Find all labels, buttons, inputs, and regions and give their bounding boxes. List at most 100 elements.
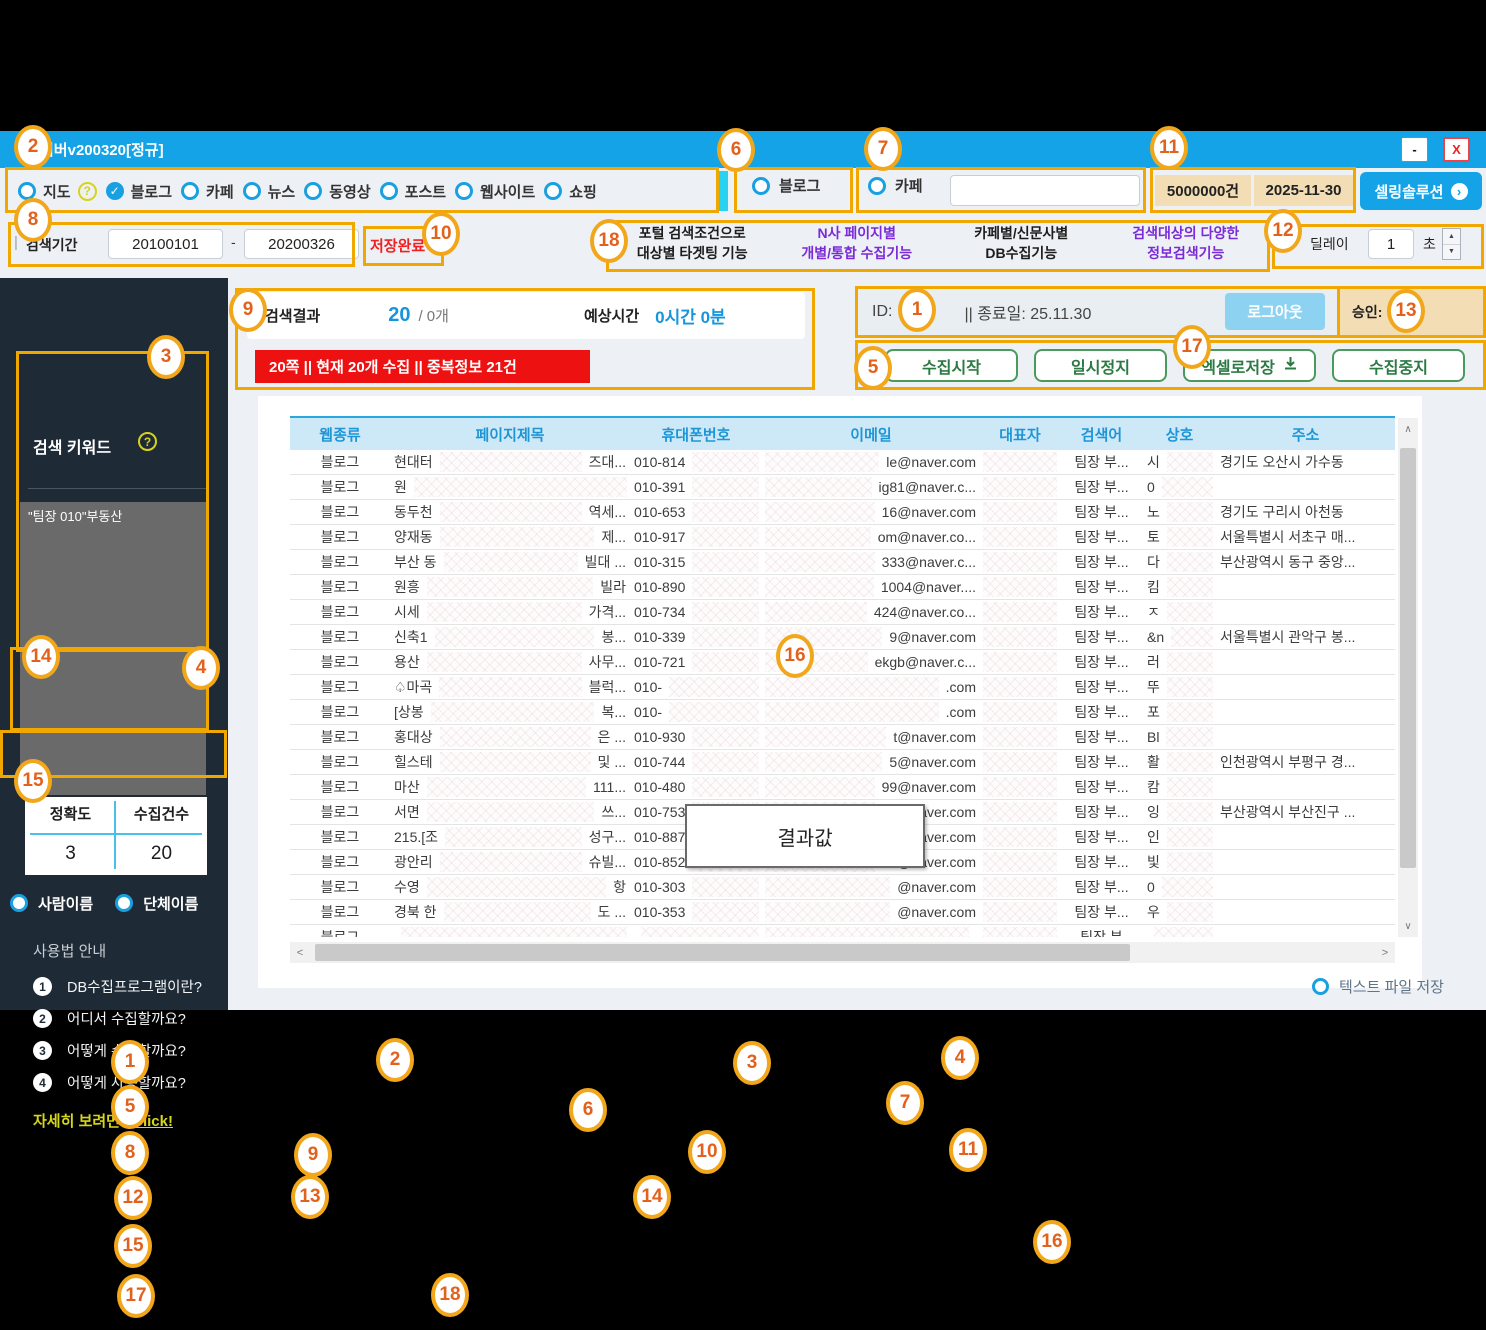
table-row[interactable]: 블로그마산111...010-48099@naver.com팀장 부...캄	[290, 775, 1395, 800]
table-row[interactable]: 블로그[상봉복...010-.com팀장 부...포	[290, 700, 1395, 725]
guide-item-2[interactable]: 2어디서 수집할까요?	[33, 1008, 202, 1029]
scroll-right-icon[interactable]: >	[1375, 947, 1395, 959]
redacted-area	[692, 477, 759, 497]
cell-shop: 시	[1143, 450, 1216, 474]
radio-icon[interactable]	[181, 182, 199, 200]
start-collect-button[interactable]: 수집시작	[885, 349, 1018, 382]
table-row[interactable]: 블로그양재동제...010-917om@naver.co...팀장 부...토서…	[290, 525, 1395, 550]
column-header-5[interactable]: 대표자	[980, 424, 1060, 445]
radio-icon[interactable]	[455, 182, 473, 200]
radio-icon[interactable]	[304, 182, 322, 200]
redacted-area	[401, 927, 627, 937]
vertical-scrollbar[interactable]: ∧ ∨	[1398, 418, 1418, 937]
radio-selected-icon[interactable]: ✓	[106, 182, 124, 200]
scroll-left-icon[interactable]: <	[290, 947, 310, 959]
horizontal-scroll-thumb[interactable]	[315, 944, 1130, 961]
nav-tab-5[interactable]: 동영상	[304, 181, 370, 202]
keyword-text: 팀장 부...	[1070, 802, 1132, 822]
cafe-radio[interactable]	[868, 177, 886, 195]
keyword-help-icon[interactable]: ?	[138, 432, 157, 451]
redacted-area	[431, 702, 595, 722]
screenshot-canvas: 디버v200320[정규] - X 지도?✓블로그카페뉴스동영상포스트웹사이트쇼…	[0, 0, 1486, 1330]
redacted-area	[692, 902, 759, 922]
minimize-button[interactable]: -	[1401, 137, 1428, 162]
period-to-input[interactable]	[244, 229, 359, 259]
cell-address	[1216, 650, 1395, 674]
column-header-8[interactable]: 주소	[1216, 424, 1395, 445]
scroll-down-icon[interactable]: ∨	[1398, 915, 1418, 937]
radio-icon[interactable]	[115, 894, 133, 912]
selling-solution-button[interactable]: 셀링솔루션 ›	[1360, 172, 1482, 210]
table-row[interactable]: 블로그동두천역세...010-65316@naver.com팀장 부...노경기…	[290, 500, 1395, 525]
save-text-option[interactable]: 텍스트 파일 저장	[1312, 976, 1444, 997]
cell-ceo	[980, 600, 1060, 624]
scroll-up-icon[interactable]: ∧	[1398, 418, 1418, 440]
cell-web-type: 블로그	[290, 550, 390, 574]
stop-collect-button[interactable]: 수집중지	[1332, 349, 1465, 382]
period-from-input[interactable]	[108, 229, 223, 259]
redacted-area	[765, 452, 879, 472]
stepper-down-icon[interactable]: ▼	[1443, 245, 1460, 260]
person-name-radio[interactable]: 사람이름	[10, 893, 93, 914]
table-row[interactable]: 블로그시세가격...010-734424@naver.co...팀장 부...ㅈ	[290, 600, 1395, 625]
table-row[interactable]: 블로그힐스테및 ...010-7445@naver.com팀장 부...활인천광…	[290, 750, 1395, 775]
nav-tab-7[interactable]: 웹사이트	[455, 181, 535, 202]
shop-text: 노	[1143, 502, 1164, 522]
cell-email: 16@naver.com	[762, 500, 980, 524]
delay-stepper[interactable]: ▲ ▼	[1442, 228, 1461, 260]
phone-text: 010-852	[630, 854, 689, 870]
results-total: / 0개	[418, 305, 448, 326]
nav-tab-2[interactable]: ✓블로그	[106, 181, 172, 202]
vertical-scroll-thumb[interactable]	[1400, 448, 1416, 868]
column-header-2[interactable]: 페이지제목	[390, 424, 630, 445]
stepper-up-icon[interactable]: ▲	[1443, 229, 1460, 245]
table-row[interactable]: 블로그용산사무...010-721ekgb@naver.c...팀장 부...러	[290, 650, 1395, 675]
radio-icon[interactable]	[380, 182, 398, 200]
table-row[interactable]: 블로그신축1봉...010-3399@naver.com팀장 부...&n서울특…	[290, 625, 1395, 650]
feature-slogans: 포털 검색조건으로대상별 타겟팅 기능N사 페이지별개별/통합 수집기능카페별/…	[610, 224, 1268, 270]
group-name-radio[interactable]: 단체이름	[115, 893, 198, 914]
table-row[interactable]: 블로그원흥빌라010-8901004@naver....팀장 부...킴	[290, 575, 1395, 600]
nav-tab-label: 지도	[43, 181, 71, 202]
table-row[interactable]: 블로그수영항010-303@naver.com팀장 부...0	[290, 875, 1395, 900]
table-row[interactable]: 블로그♤마곡블럭...010-.com팀장 부...뚜	[290, 675, 1395, 700]
pause-button[interactable]: 일시정지	[1034, 349, 1167, 382]
nav-tab-4[interactable]: 뉴스	[243, 181, 296, 202]
nav-tab-8[interactable]: 쇼핑	[544, 181, 597, 202]
radio-icon[interactable]	[544, 182, 562, 200]
cell-email: .com	[762, 675, 980, 699]
help-icon[interactable]: ?	[78, 182, 97, 201]
column-header-1[interactable]: 웹종류	[290, 424, 390, 445]
blog-radio[interactable]	[752, 177, 770, 195]
email-text: 5@naver.com	[885, 754, 980, 770]
save-text-radio[interactable]	[1312, 978, 1329, 995]
phone-text: 010-303	[630, 879, 689, 895]
column-header-7[interactable]: 상호	[1143, 424, 1216, 445]
web-type-text: 블로그	[317, 527, 364, 547]
table-row[interactable]: 블로그홍대상은 ...010-930t@naver.com팀장 부...Bl	[290, 725, 1395, 750]
column-header-4[interactable]: 이메일	[762, 424, 980, 445]
cafe-search-input[interactable]	[950, 175, 1140, 206]
column-header-3[interactable]: 휴대폰번호	[630, 424, 762, 445]
horizontal-scrollbar[interactable]: < >	[290, 942, 1395, 963]
cafe-toggle[interactable]: 카페	[868, 175, 923, 196]
table-row[interactable]: 블로그팀장 부	[290, 925, 1395, 937]
radio-icon[interactable]	[243, 182, 261, 200]
nav-tab-6[interactable]: 포스트	[380, 181, 446, 202]
delay-input[interactable]	[1368, 229, 1414, 259]
table-row[interactable]: 블로그현대터즈대...010-814le@naver.com팀장 부...시경기…	[290, 450, 1395, 475]
radio-icon[interactable]	[10, 894, 28, 912]
table-row[interactable]: 블로그경북 한도 ...010-353@naver.com팀장 부...우	[290, 900, 1395, 925]
logout-button[interactable]: 로그아웃	[1225, 293, 1325, 330]
cell-shop: 킴	[1143, 575, 1216, 599]
table-row[interactable]: 블로그부산 동빌대 ...010-315333@naver.c...팀장 부..…	[290, 550, 1395, 575]
page-title-frag-right: 도 ...	[594, 902, 630, 922]
phone-text: 010-814	[630, 454, 689, 470]
nav-tab-3[interactable]: 카페	[181, 181, 234, 202]
column-header-6[interactable]: 검색어	[1060, 424, 1143, 445]
accuracy-value: 3	[25, 843, 116, 865]
close-button[interactable]: X	[1443, 137, 1470, 162]
blog-toggle[interactable]: 블로그	[752, 175, 820, 196]
guide-item-1[interactable]: 1DB수집프로그램이란?	[33, 976, 202, 997]
table-row[interactable]: 블로그원010-391ig81@naver.c...팀장 부...0	[290, 475, 1395, 500]
